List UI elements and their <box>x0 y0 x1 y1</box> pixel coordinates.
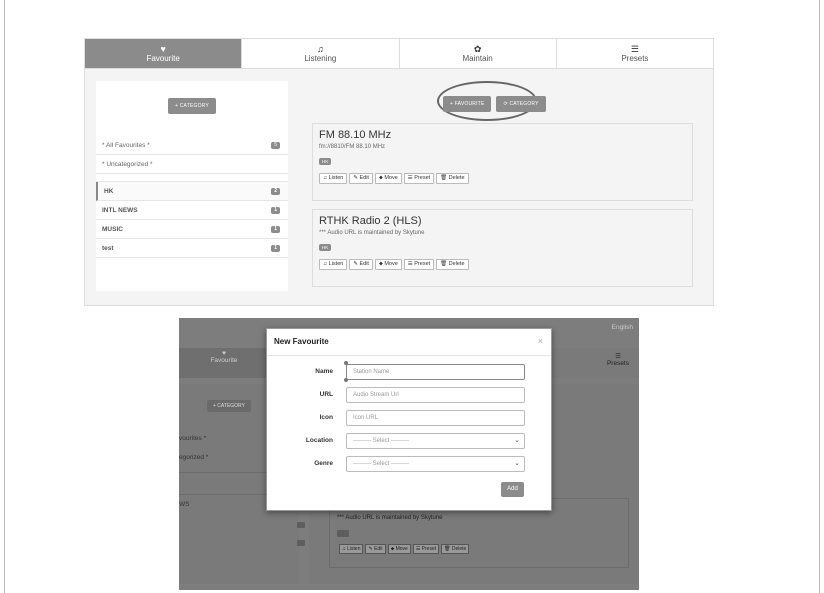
divider <box>96 174 288 182</box>
add-button[interactable]: Add <box>501 482 524 497</box>
sidebar-item-label: vourites * <box>179 435 207 442</box>
chevron-down-icon: ⌄ <box>514 437 520 444</box>
sidebar-item-label: WS <box>179 501 190 508</box>
tab-maintain[interactable]: ✿ Maintain <box>400 39 557 68</box>
count-badge: 1 <box>271 226 280 233</box>
tab-favourite[interactable]: ♥ Favourite <box>85 39 243 68</box>
tab-presets[interactable]: ☰ Presets <box>557 39 713 68</box>
station-url: *** Audio URL is maintained by Skytune <box>337 515 443 521</box>
tab-presets[interactable]: ☰ Presets <box>607 352 629 367</box>
delete-button[interactable]: 🗑 Delete <box>436 173 469 184</box>
dialog-title: New Favourite <box>274 337 329 346</box>
category-sidebar: + CATEGORY * All Favourites * 5 * Uncate… <box>96 81 288 291</box>
icon-url-input[interactable]: Icon URL <box>346 410 525 426</box>
station-card: FM 88.10 MHz fm://8810/FM 88.10 MHz HK ♫… <box>312 123 693 201</box>
sidebar-item-all-favourites[interactable]: * All Favourites * 5 <box>96 136 288 155</box>
tab-label: Maintain <box>462 54 493 63</box>
preset-button[interactable]: ☰ Preset <box>403 259 435 270</box>
audio-url-input[interactable]: Audio Stream Url <box>346 387 525 403</box>
move-button[interactable]: ⬥ Move <box>387 544 411 554</box>
genre-select[interactable]: --------- Select --------- ⌄ <box>346 456 525 472</box>
tab-listening[interactable]: ♫ Listening <box>242 39 400 68</box>
gear-icon: ✿ <box>473 44 482 54</box>
heart-icon: ♥ <box>222 350 226 357</box>
select-value: --------- Select --------- <box>353 461 409 467</box>
listen-button[interactable]: ♫ Listen <box>339 544 364 554</box>
sidebar-item-hk[interactable]: HK 2 <box>96 182 288 201</box>
sidebar-item-label: egorized * <box>179 454 209 461</box>
count-badge: 1 <box>271 207 280 214</box>
tab-label: Presets <box>621 54 649 63</box>
delete-button[interactable]: 🗑 Delete <box>436 259 469 270</box>
music-icon: ♫ <box>317 44 324 54</box>
add-category-button[interactable]: + CATEGORY <box>168 98 216 114</box>
station-name-input[interactable]: Station Name <box>346 364 525 380</box>
favourites-main: + FAVOURITE ⟳ CATEGORY FM 88.10 MHz fm:/… <box>287 81 707 293</box>
location-select[interactable]: --------- Select --------- ⌄ <box>346 433 525 449</box>
sidebar-item-label: * All Favourites * <box>102 142 150 149</box>
resize-handle <box>344 361 348 365</box>
category-button[interactable]: ⟳ CATEGORY <box>496 96 546 112</box>
name-label: Name <box>315 368 333 375</box>
tab-label: Favourite <box>146 54 180 63</box>
count-badge: 1 <box>271 245 280 252</box>
location-label: Location <box>305 437 333 444</box>
category-tag: HK <box>319 158 332 165</box>
add-favourite-button[interactable]: + FAVOURITE <box>443 96 492 112</box>
close-icon[interactable]: × <box>538 336 543 346</box>
count-badge <box>297 540 305 546</box>
sidebar-item-label: MUSIC <box>102 226 123 233</box>
icon-label: Icon <box>319 414 333 421</box>
station-card: RTHK Radio 2 (HLS) *** Audio URL is main… <box>312 209 693 287</box>
sidebar-item-test[interactable]: test 1 <box>96 239 288 258</box>
heart-icon: ♥ <box>160 44 166 54</box>
count-badge <box>297 522 305 528</box>
station-title: RTHK Radio 2 (HLS) <box>319 215 422 227</box>
sidebar-item-label: test <box>102 245 114 252</box>
url-label: URL <box>319 391 333 398</box>
edit-button[interactable]: ✎ Edit <box>349 259 373 270</box>
new-favourite-dialog: New Favourite × Name Station Name URL Au… <box>266 328 552 511</box>
tab-favourite[interactable]: ♥ Favourite <box>179 348 269 378</box>
preset-button[interactable]: ☰ Preset <box>412 544 440 554</box>
list-icon: ☰ <box>615 353 621 360</box>
preset-button[interactable]: ☰ Preset <box>403 173 435 184</box>
sidebar-item-label: * Uncategorized * <box>102 161 153 168</box>
select-value: --------- Select --------- <box>353 438 409 444</box>
dialog-header: New Favourite × <box>267 329 551 356</box>
category-tag: HK <box>319 244 332 251</box>
sidebar-item-uncategorized[interactable]: * Uncategorized * <box>96 155 288 174</box>
add-category-button[interactable]: + CATEGORY <box>207 400 251 412</box>
move-button[interactable]: ⬥ Move <box>374 173 402 184</box>
sidebar-item-label: INTL NEWS <box>102 207 138 214</box>
edit-button[interactable]: ✎ Edit <box>349 173 373 184</box>
tab-bar: ♥ Favourite ♫ Listening ✿ Maintain ☰ Pre… <box>85 39 713 69</box>
listen-button[interactable]: ♫ Listen <box>319 173 348 184</box>
chevron-down-icon: ⌄ <box>514 460 520 467</box>
tab-label: Favourite <box>210 357 238 364</box>
edit-button[interactable]: ✎ Edit <box>365 544 386 554</box>
count-badge: 2 <box>271 188 280 195</box>
category-tag <box>337 530 349 537</box>
sidebar-item-label: HK <box>104 188 114 195</box>
tab-label: Listening <box>304 54 337 63</box>
list-icon: ☰ <box>630 44 639 54</box>
count-badge: 5 <box>271 142 280 149</box>
station-title: FM 88.10 MHz <box>319 129 392 141</box>
sidebar-item-intl-news[interactable]: INTL NEWS 1 <box>96 201 288 220</box>
genre-label: Genre <box>314 460 333 467</box>
listen-button[interactable]: ♫ Listen <box>319 259 348 270</box>
tab-label: Presets <box>606 360 629 367</box>
move-button[interactable]: ⬥ Move <box>374 259 402 270</box>
favourite-app-panel: ♥ Favourite ♫ Listening ✿ Maintain ☰ Pre… <box>84 38 714 306</box>
language-selector[interactable]: English <box>612 324 633 331</box>
sidebar-item-music[interactable]: MUSIC 1 <box>96 220 288 239</box>
resize-handle <box>344 378 348 382</box>
delete-button[interactable]: 🗑 Delete <box>441 544 470 554</box>
